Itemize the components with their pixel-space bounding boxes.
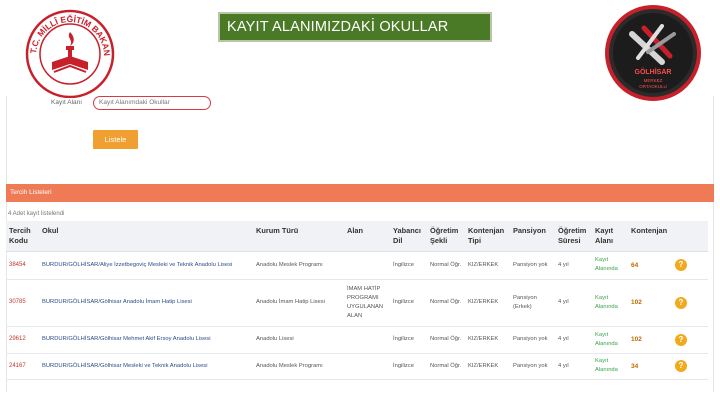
tercih-listeleri-header: Tercih Listeleri	[6, 184, 714, 202]
tercih-kodu: 38454	[6, 251, 39, 280]
table-row[interactable]: 30785 BURDUR/GÖLHİSAR/Gölhisar Anadolu İ…	[6, 279, 708, 327]
listele-button[interactable]: Listele	[93, 130, 138, 149]
page-title: KAYIT ALANIMIZDAKİ OKULLAR	[218, 12, 492, 42]
kayit-alani: Kayıt Alanında	[592, 279, 628, 327]
table-row[interactable]: 24167 BURDUR/GÖLHİSAR/Gölhisar Mesleki v…	[6, 353, 708, 380]
school-link[interactable]: BURDUR/GÖLHİSAR/Gölhisar Mehmet Akif Ers…	[39, 326, 253, 354]
ogretim-suresi: 4 yıl	[555, 353, 592, 380]
school-logo: GÖLHİSAR MERKEZ ORTAOKULU	[605, 5, 701, 101]
meb-logo: T.C. MİLLÎ EĞİTİM BAKANLIĞI	[22, 6, 115, 98]
ogretim-suresi: 4 yıl	[555, 326, 592, 354]
alan	[344, 326, 390, 354]
yabanci-dil: İngilizce	[390, 279, 427, 327]
record-count: 4 Adet kayıt listelendi	[8, 211, 65, 217]
tercih-kodu: 24167	[6, 353, 39, 380]
table-header-row: Tercih Kodu Okul Kurum Türü Alan Yabancı…	[6, 221, 708, 252]
kontenjan-tipi: KIZ/ERKEK	[465, 326, 510, 354]
pansiyon: Pansiyon yok	[510, 251, 555, 280]
tercih-kodu: 30785	[6, 279, 39, 327]
ogretim-sekli: Normal Öğr.	[427, 279, 465, 327]
pansiyon: Pansiyon yok	[510, 353, 555, 380]
kayit-alani: Kayıt Alanında	[592, 251, 628, 280]
ogretim-suresi: 4 yıl	[555, 251, 592, 280]
kayit-alani: Kayıt Alanında	[592, 353, 628, 380]
kontenjan-tipi: KIZ/ERKEK	[465, 353, 510, 380]
yabanci-dil: İngilizce	[390, 326, 427, 354]
kontenjan: 34	[628, 353, 672, 380]
col-kurum-turu[interactable]: Kurum Türü	[253, 221, 344, 252]
col-kayit-alani[interactable]: Kayıt Alanı	[592, 221, 628, 252]
col-yabanci-dil[interactable]: Yabancı Dil	[390, 221, 427, 252]
school-link[interactable]: BURDUR/GÖLHİSAR/Gölhisar Anadolu İmam Ha…	[39, 279, 253, 327]
svg-text:ORTAOKULU: ORTAOKULU	[639, 84, 667, 89]
kontenjan: 102	[628, 326, 672, 354]
help-icon[interactable]: ?	[675, 259, 687, 271]
help-icon[interactable]: ?	[675, 333, 687, 346]
help-icon[interactable]: ?	[675, 360, 687, 372]
kurum-turu: Anadolu Lisesi	[253, 326, 344, 354]
col-kontenjan-tipi[interactable]: Kontenjan Tipi	[465, 221, 510, 252]
yabanci-dil: İngilizce	[390, 353, 427, 380]
kayit-alani: Kayıt Alanında	[592, 326, 628, 354]
kontenjan: 64	[628, 251, 672, 280]
svg-text:MERKEZ: MERKEZ	[644, 78, 663, 83]
ogretim-suresi: 4 yıl	[555, 279, 592, 327]
alan	[344, 353, 390, 380]
yabanci-dil: İngilizce	[390, 251, 427, 280]
col-tercih-kodu[interactable]: Tercih Kodu	[6, 221, 39, 252]
col-okul[interactable]: Okul	[39, 221, 253, 252]
col-ogretim-sekli[interactable]: Öğretim Şekli	[427, 221, 465, 252]
help-icon[interactable]: ?	[675, 296, 687, 309]
kurum-turu: Anadolu İmam Hatip Lisesi	[253, 279, 344, 327]
col-pansiyon[interactable]: Pansiyon	[510, 221, 555, 252]
kontenjan-tipi: KIZ/ERKEK	[465, 251, 510, 280]
kontenjan: 102	[628, 279, 672, 327]
kayit-alani-select[interactable]: Kayıt Alanımdaki Okullar	[93, 96, 211, 110]
kurum-turu: Anadolu Meslek Programı	[253, 251, 344, 280]
ogretim-sekli: Normal Öğr.	[427, 326, 465, 354]
col-alan[interactable]: Alan	[344, 221, 390, 252]
school-link[interactable]: BURDUR/GÖLHİSAR/Aliye İzzetbegoviç Mesle…	[39, 251, 253, 280]
alan	[344, 251, 390, 280]
kontenjan-tipi: KIZ/ERKEK	[465, 279, 510, 327]
col-ogretim-suresi[interactable]: Öğretim Süresi	[555, 221, 592, 252]
table-row[interactable]: 38454 BURDUR/GÖLHİSAR/Aliye İzzetbegoviç…	[6, 251, 708, 280]
pansiyon: Pansiyon (Erkek)	[510, 279, 555, 327]
school-link[interactable]: BURDUR/GÖLHİSAR/Gölhisar Mesleki ve Tekn…	[39, 353, 253, 380]
ogretim-sekli: Normal Öğr.	[427, 251, 465, 280]
tercih-kodu: 29612	[6, 326, 39, 354]
table-row[interactable]: 29612 BURDUR/GÖLHİSAR/Gölhisar Mehmet Ak…	[6, 326, 708, 354]
kayit-alani-label: Kayıt Alanı	[51, 99, 83, 106]
pansiyon: Pansiyon yok	[510, 326, 555, 354]
alan: İMAM HATİP PROGRAMI UYGULANAN ALAN	[344, 279, 390, 327]
schools-table: Tercih Kodu Okul Kurum Türü Alan Yabancı…	[6, 221, 708, 380]
col-help	[672, 221, 708, 252]
svg-text:GÖLHİSAR: GÖLHİSAR	[635, 67, 672, 76]
ogretim-sekli: Normal Öğr.	[427, 353, 465, 380]
kurum-turu: Anadolu Meslek Programı	[253, 353, 344, 380]
col-kontenjan[interactable]: Kontenjan	[628, 221, 672, 252]
